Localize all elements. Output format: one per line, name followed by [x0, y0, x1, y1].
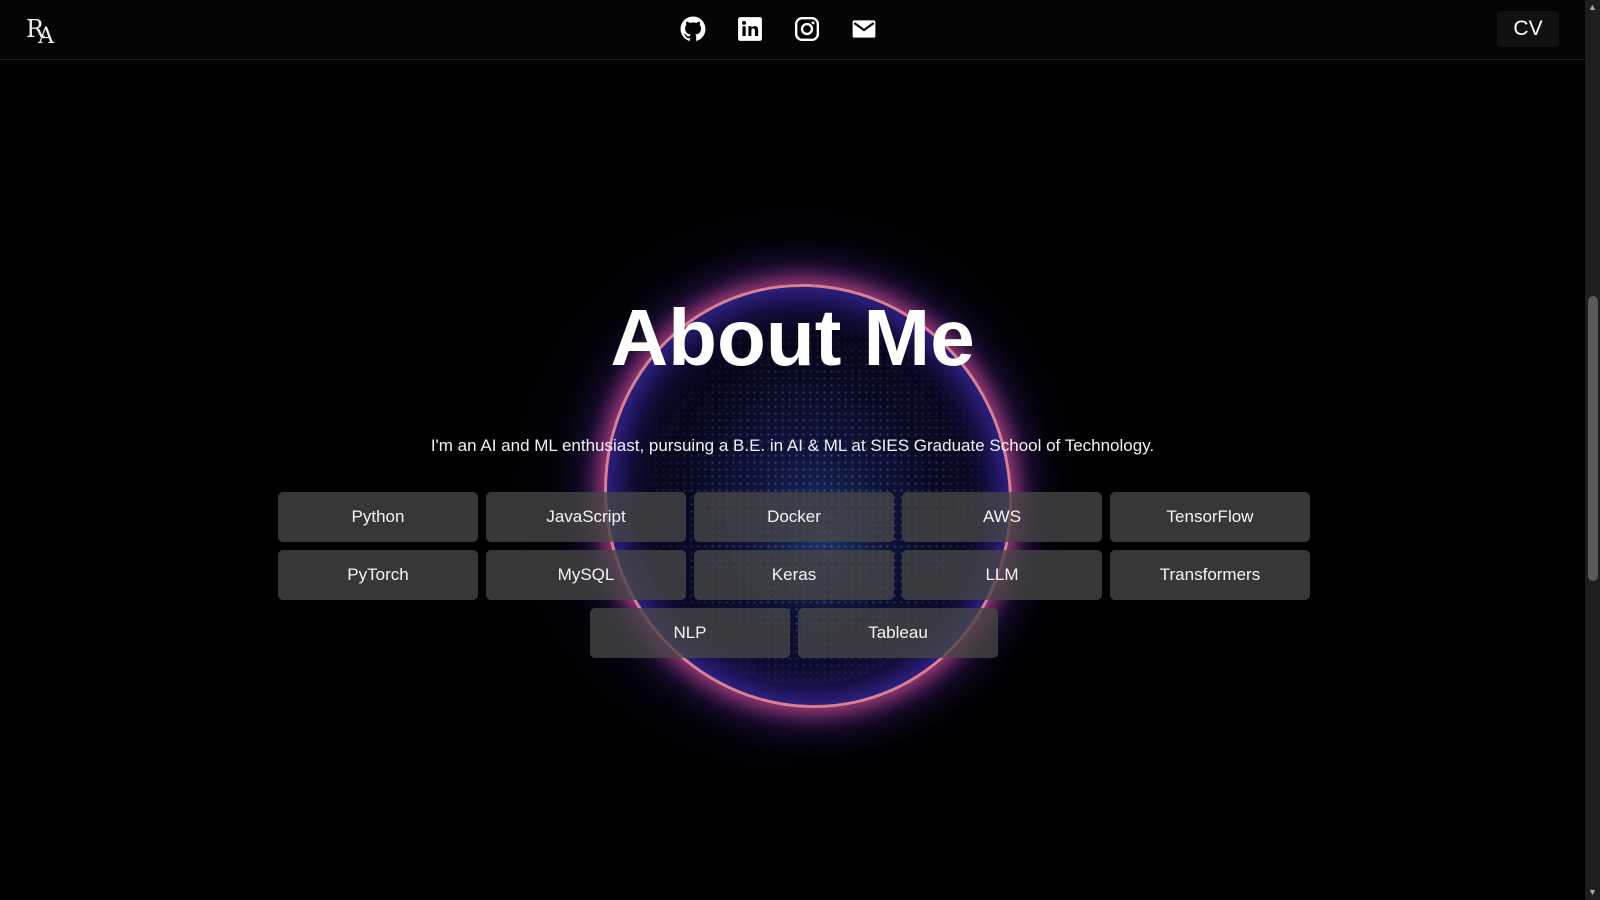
social-links	[680, 16, 877, 42]
skill-tag[interactable]: Tableau	[798, 608, 998, 658]
logo-letter-r: R	[26, 15, 44, 43]
logo[interactable]: RA	[26, 14, 54, 49]
skill-tag[interactable]: LLM	[902, 550, 1102, 600]
github-icon[interactable]	[680, 16, 706, 42]
intro-text: I'm an AI and ML enthusiast, pursuing a …	[430, 436, 1155, 455]
skill-tag[interactable]: TensorFlow	[1110, 492, 1310, 542]
skills-grid: Python JavaScript Docker AWS TensorFlow …	[277, 492, 1311, 658]
scroll-down-icon[interactable]: ▼	[1585, 885, 1600, 900]
logo-letter-a: A	[38, 24, 54, 49]
scroll-up-icon[interactable]: ▲	[1585, 0, 1600, 15]
skill-tag[interactable]: Transformers	[1110, 550, 1310, 600]
skill-tag[interactable]: NLP	[590, 608, 790, 658]
skill-tag[interactable]: MySQL	[486, 550, 686, 600]
skill-tag[interactable]: PyTorch	[278, 550, 478, 600]
page-title: About Me	[610, 293, 975, 382]
linkedin-icon[interactable]	[737, 16, 763, 42]
instagram-icon[interactable]	[794, 16, 820, 42]
scrollbar-thumb[interactable]	[1588, 296, 1598, 581]
skill-tag[interactable]: Docker	[694, 492, 894, 542]
page: RA CV About Me I'm an AI and ML enthusia…	[0, 0, 1585, 900]
skill-tag[interactable]: Python	[278, 492, 478, 542]
vertical-scrollbar[interactable]: ▲ ▼	[1585, 0, 1600, 900]
top-navbar: RA CV	[0, 0, 1585, 60]
skill-tag[interactable]: JavaScript	[486, 492, 686, 542]
mail-icon[interactable]	[851, 16, 877, 42]
skill-tag[interactable]: Keras	[694, 550, 894, 600]
skill-tag[interactable]: AWS	[902, 492, 1102, 542]
cv-button[interactable]: CV	[1497, 11, 1559, 47]
